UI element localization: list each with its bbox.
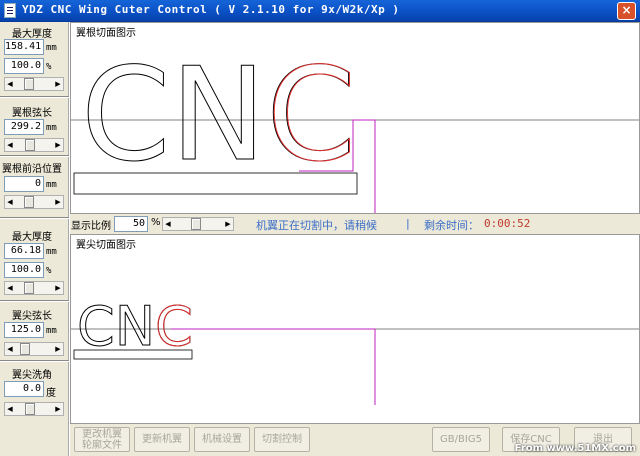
tip-percent-field[interactable]: 100.0 [4, 262, 44, 278]
machine-settings-button[interactable]: 机械设置 [194, 427, 250, 452]
tip-chord-slider[interactable]: ◀ ▶ [4, 342, 64, 356]
tip-sweep-label: 翼尖洗角 [12, 370, 52, 381]
change-airfoil-line2: 轮廓文件 [82, 439, 122, 451]
display-scale-label: 显示比例 [71, 221, 111, 232]
divider [0, 96, 69, 98]
root-leading-edge-unit: mm [46, 180, 57, 190]
root-percent-field[interactable]: 100.0 [4, 58, 44, 74]
display-scale-field[interactable]: 50 [114, 216, 148, 232]
slider-thumb[interactable] [25, 139, 35, 151]
window-title: YDZ CNC Wing Cuter Control ( V 2.1.10 fo… [22, 3, 400, 16]
left-control-panel: 最大厚度 158.41 mm 100.0 % ◀ ▶ 翼根弦长 299.2 mm… [0, 22, 69, 456]
tip-thickness-slider[interactable]: ◀ ▶ [4, 281, 64, 295]
slider-thumb[interactable] [25, 403, 35, 415]
tip-chord-unit: mm [46, 326, 57, 336]
change-airfoil-line1: 更改机翼 [82, 428, 122, 440]
cnc-red-cut-path: C [267, 41, 356, 190]
root-leading-edge-label: 翼根前沿位置 [2, 164, 62, 175]
change-airfoil-button[interactable]: 更改机翼 轮廓文件 [74, 427, 130, 452]
divider [0, 217, 69, 219]
root-section-canvas: CNC C [71, 41, 639, 213]
display-scale-unit: % [151, 217, 161, 228]
root-max-thickness-field[interactable]: 158.41 [4, 39, 44, 55]
slider-thumb[interactable] [20, 343, 30, 355]
right-arrow-icon[interactable]: ▶ [53, 282, 63, 294]
slider-thumb[interactable] [24, 196, 34, 208]
root-chord-field[interactable]: 299.2 [4, 119, 44, 135]
watermark: From www.51MX.com [514, 443, 636, 454]
cut-control-button[interactable]: 切割控制 [254, 427, 310, 452]
bottom-toolbar: 更改机翼 轮廓文件 更新机翼 机械设置 切割控制 GB/BIG5 保存CNC 退… [70, 424, 640, 456]
root-chord-slider[interactable]: ◀ ▶ [4, 138, 64, 152]
left-arrow-icon[interactable]: ◀ [5, 78, 15, 90]
tip-max-thickness-label: 最大厚度 [12, 232, 52, 243]
right-arrow-icon[interactable]: ▶ [53, 139, 63, 151]
cnc-red-cut-path: C [155, 295, 193, 358]
display-scale-slider[interactable]: ◀ ▶ [162, 217, 234, 231]
tip-section-canvas: CNC C [71, 295, 639, 405]
right-arrow-icon[interactable]: ▶ [53, 78, 63, 90]
tip-section-panel: 翼尖切面图示 CNC C [70, 234, 640, 424]
right-arrow-icon[interactable]: ▶ [53, 196, 63, 208]
tip-chord-label: 翼尖弦长 [12, 311, 52, 322]
root-max-thickness-unit: mm [46, 43, 57, 53]
right-arrow-icon[interactable]: ▶ [53, 403, 63, 415]
app-icon[interactable] [4, 3, 16, 18]
title-bar: YDZ CNC Wing Cuter Control ( V 2.1.10 fo… [0, 0, 640, 22]
slider-thumb[interactable] [24, 282, 34, 294]
status-strip: 显示比例 50 % ◀ ▶ 机翼正在切割中，请稍候 | 剩余时间： 0:00:5… [70, 214, 640, 234]
root-chord-unit: mm [46, 123, 57, 133]
root-percent-unit: % [46, 62, 52, 72]
root-chord-label: 翼根弦长 [12, 108, 52, 119]
left-arrow-icon[interactable]: ◀ [5, 196, 15, 208]
divider [0, 300, 69, 302]
remaining-time-label: 剩余时间： [424, 219, 479, 232]
right-arrow-icon[interactable]: ▶ [223, 218, 233, 230]
root-thickness-slider[interactable]: ◀ ▶ [4, 77, 64, 91]
close-button[interactable]: × [617, 2, 636, 20]
root-leading-edge-field[interactable]: 0 [4, 176, 44, 192]
left-arrow-icon[interactable]: ◀ [163, 218, 173, 230]
wire-path [171, 328, 376, 405]
root-max-thickness-label: 最大厚度 [12, 29, 52, 40]
update-airfoil-button[interactable]: 更新机翼 [134, 427, 190, 452]
tip-max-thickness-unit: mm [46, 247, 57, 257]
left-arrow-icon[interactable]: ◀ [5, 403, 15, 415]
divider [0, 155, 69, 157]
left-arrow-icon[interactable]: ◀ [5, 139, 15, 151]
right-arrow-icon[interactable]: ▶ [53, 343, 63, 355]
left-arrow-icon[interactable]: ◀ [5, 282, 15, 294]
status-separator: | [406, 217, 410, 230]
tip-max-thickness-field[interactable]: 66.18 [4, 243, 44, 259]
slider-thumb[interactable] [24, 78, 34, 90]
tip-chord-field[interactable]: 125.0 [4, 322, 44, 338]
root-section-panel: 翼根切面图示 CNC C [70, 22, 640, 214]
cutting-status-message: 机翼正在切割中，请稍候 [256, 219, 377, 232]
slider-thumb[interactable] [191, 218, 201, 230]
tip-percent-unit: % [46, 266, 52, 276]
tip-sweep-unit: 度 [46, 388, 56, 399]
tip-sweep-slider[interactable]: ◀ ▶ [4, 402, 64, 416]
divider [0, 360, 69, 362]
remaining-time-value: 0:00:52 [484, 217, 531, 230]
encoding-button[interactable]: GB/BIG5 [432, 427, 490, 452]
left-arrow-icon[interactable]: ◀ [5, 343, 15, 355]
tip-sweep-field[interactable]: 0.0 [4, 381, 44, 397]
root-leading-edge-slider[interactable]: ◀ ▶ [4, 195, 64, 209]
